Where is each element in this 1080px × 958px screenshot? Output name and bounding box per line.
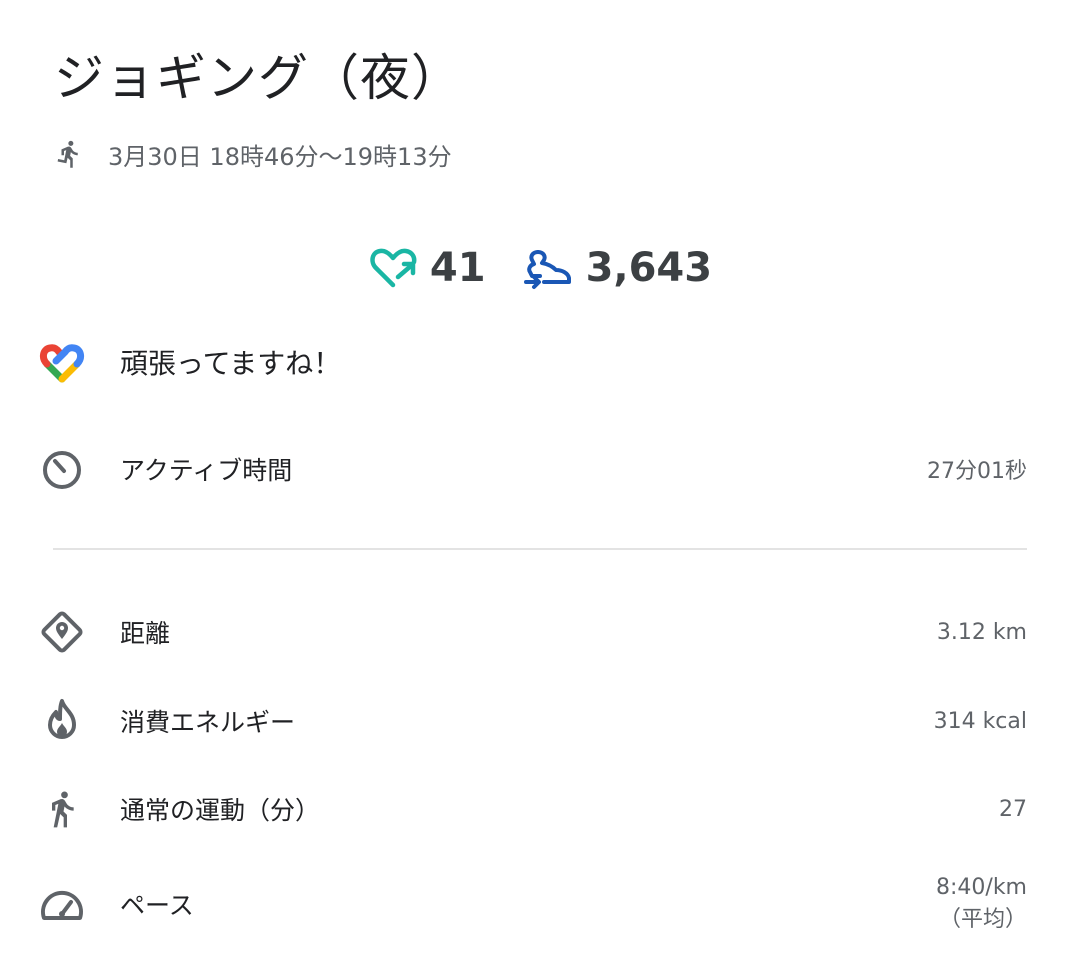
heart-points-stat: 41	[368, 245, 486, 291]
google-fit-logo	[38, 338, 86, 386]
activity-time-range: 3月30日 18時46分〜19時13分	[54, 134, 452, 174]
metric-row-distance[interactable]: 距離 3.12 km	[0, 607, 1080, 657]
steps-value: 3,643	[585, 245, 713, 291]
move-minutes-value: 27	[999, 796, 1027, 822]
steps-stat: 3,643	[522, 245, 713, 291]
heart-points-icon	[370, 248, 417, 288]
pace-label: ペース	[120, 891, 194, 920]
praise-row: 頑張ってますね！	[0, 336, 1080, 388]
praise-text: 頑張ってますね！	[120, 347, 342, 380]
pace-value-block: 8:40/km （平均）	[936, 872, 1027, 936]
location-diamond-icon	[38, 608, 86, 656]
distance-value: 3.12 km	[936, 619, 1027, 645]
metric-row-pace[interactable]: ペース 8:40/km （平均）	[0, 872, 1080, 936]
pace-note: （平均）	[938, 907, 1027, 932]
time-range-text: 3月30日 18時46分〜19時13分	[108, 142, 452, 171]
active-time-value: 27分01秒	[927, 459, 1027, 484]
page-title: ジョギング（夜）	[54, 49, 462, 107]
summary-stats: 41 3,643	[0, 236, 1080, 300]
metric-row-move-minutes[interactable]: 通常の運動（分） 27	[0, 784, 1080, 834]
timer-icon	[38, 445, 86, 493]
active-time-label: アクティブ時間	[120, 456, 293, 485]
move-minutes-label: 通常の運動（分）	[120, 796, 321, 825]
pace-value: 8:40/km	[936, 875, 1027, 900]
steps-icon	[523, 250, 571, 289]
metric-row-energy[interactable]: 消費エネルギー 314 kcal	[0, 696, 1080, 746]
speedometer-icon	[38, 880, 86, 928]
active-time-row[interactable]: アクティブ時間 27分01秒	[0, 444, 1080, 494]
energy-value: 314 kcal	[933, 708, 1027, 734]
running-icon	[57, 140, 78, 168]
walking-icon	[38, 785, 86, 833]
section-divider	[53, 548, 1027, 550]
heart-points-value: 41	[429, 245, 486, 291]
distance-label: 距離	[120, 619, 171, 648]
energy-label: 消費エネルギー	[120, 708, 296, 737]
flame-icon	[38, 697, 86, 745]
